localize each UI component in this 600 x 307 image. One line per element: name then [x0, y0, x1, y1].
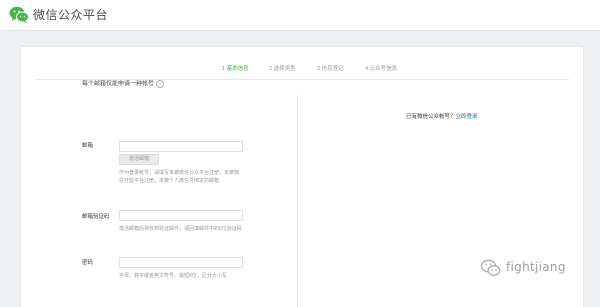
watermark-text: fightjiang	[506, 260, 566, 274]
progress-steps: 1 基本信息 2 选择类型 3 信息登记 4 公众号信息	[21, 65, 583, 79]
password-help-text: 字母、数字或者英文符号，最短8位，区分大小写	[119, 273, 227, 279]
password-label: 密码	[82, 260, 94, 266]
wechat-logo-icon[interactable]	[8, 4, 30, 26]
existing-account-text: 已有微信公众帐号？	[406, 114, 456, 120]
email-help-text: 作为登录帐号，请填写未被微信公众平台注册，未被微信开放平台注册，未被个人微信号绑…	[119, 170, 240, 184]
wechat-watermark-icon	[480, 258, 502, 278]
app-title[interactable]: 微信公众平台	[33, 7, 108, 23]
column-divider	[297, 95, 298, 307]
form-heading: 每个邮箱仅能申请一种帐号?	[82, 80, 165, 90]
email-code-help-text: 激活邮箱后将收到验证邮件，请回填邮件中的6位验证码	[119, 226, 242, 232]
email-field[interactable]	[119, 141, 243, 152]
step-info-registration: 3 信息登记	[317, 66, 344, 72]
question-icon[interactable]: ?	[156, 80, 165, 88]
login-link[interactable]: 立即登录	[456, 114, 478, 120]
email-code-field[interactable]	[119, 210, 243, 221]
step-basic-info: 1 基本信息	[222, 66, 249, 72]
email-label: 邮箱	[82, 143, 94, 149]
activate-email-button[interactable]: 激活邮箱	[119, 154, 159, 165]
password-field[interactable]	[119, 257, 243, 268]
existing-account-prompt: 已有微信公众帐号？立即登录	[406, 113, 478, 121]
email-code-label: 邮箱验证码	[82, 214, 110, 220]
top-bar: 微信公众平台	[0, 0, 600, 31]
form-heading-text: 每个邮箱仅能申请一种帐号	[82, 81, 155, 88]
step-account-info: 4 公众号信息	[365, 66, 398, 72]
watermark: fightjiang	[480, 256, 595, 280]
step-choose-type: 2 选择类型	[269, 66, 296, 72]
